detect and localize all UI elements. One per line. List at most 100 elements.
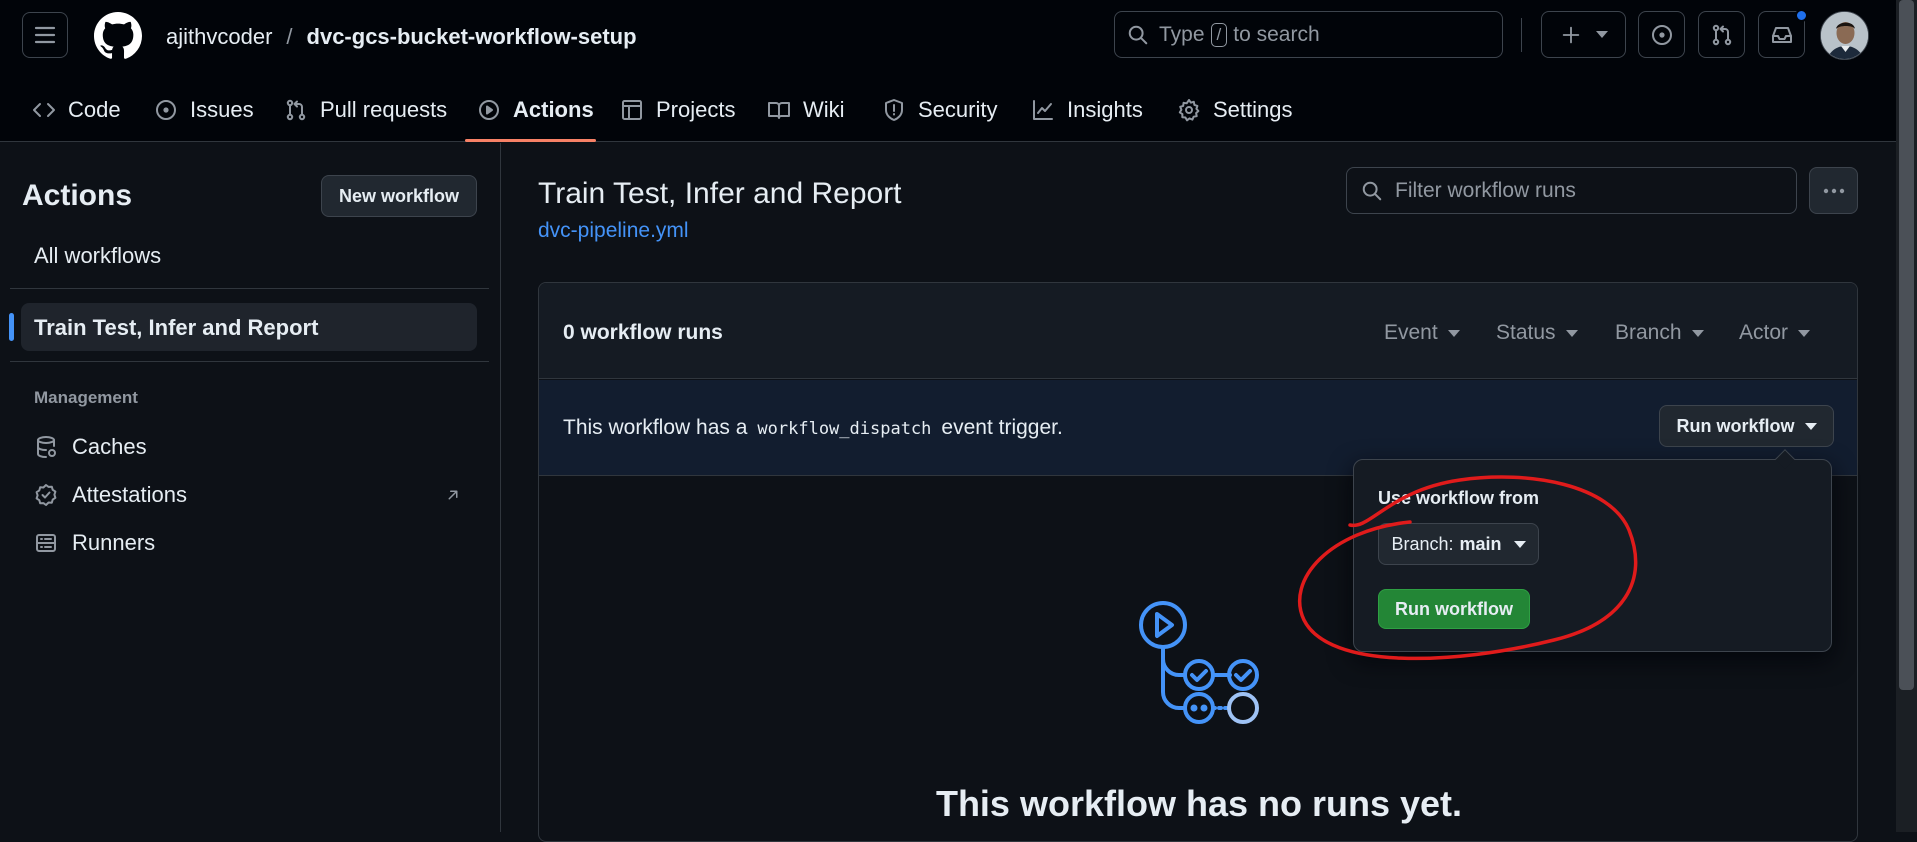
- tab-wiki-label: Wiki: [803, 97, 845, 122]
- tab-pull-requests[interactable]: Pull requests: [284, 88, 447, 132]
- verified-badge-icon: [35, 484, 57, 506]
- chevron-down-icon: [1447, 329, 1460, 337]
- repo-owner-link[interactable]: ajithvcoder: [166, 24, 272, 50]
- dispatch-suffix: event trigger.: [941, 416, 1063, 439]
- more-options-button[interactable]: [1809, 167, 1858, 214]
- server-icon: [36, 534, 56, 552]
- sidebar-item-label: Attestations: [72, 482, 187, 507]
- tab-code-label: Code: [68, 97, 121, 122]
- tab-settings[interactable]: Settings: [1177, 88, 1293, 132]
- code-icon: [33, 103, 55, 117]
- actor-filter-dropdown[interactable]: Actor: [1739, 321, 1811, 345]
- tab-actions[interactable]: Actions: [477, 88, 594, 132]
- sidebar-item-label: Train Test, Infer and Report: [34, 315, 319, 340]
- top-header: ajithvcoder / dvc-gcs-bucket-workflow-se…: [0, 0, 1896, 142]
- run-workflow-dropdown-button[interactable]: Run workflow: [1659, 405, 1834, 447]
- sidebar-item-selected-workflow[interactable]: Train Test, Infer and Report: [9, 303, 477, 351]
- global-search-input[interactable]: Type / to search: [1114, 11, 1503, 58]
- kebab-horizontal-icon: [1823, 188, 1844, 193]
- tab-actions-label: Actions: [513, 97, 594, 122]
- pull-request-icon: [286, 99, 306, 121]
- chevron-down-icon: [1798, 329, 1811, 337]
- sidebar-item-caches[interactable]: Caches: [34, 434, 147, 460]
- tab-projects[interactable]: Projects: [620, 88, 735, 132]
- run-workflow-label: Run workflow: [1676, 415, 1795, 436]
- sidebar-item-attestations[interactable]: Attestations: [34, 482, 464, 508]
- graph-icon: [1033, 100, 1053, 120]
- annotation-ellipse: [1297, 475, 1638, 661]
- selected-indicator: [9, 313, 14, 341]
- repo-name-link[interactable]: dvc-gcs-bucket-workflow-setup: [307, 24, 637, 50]
- filter-runs-input[interactable]: Filter workflow runs: [1346, 167, 1797, 214]
- status-filter-label: Status: [1496, 321, 1556, 344]
- header-divider: [1521, 18, 1522, 52]
- event-filter-label: Event: [1384, 321, 1438, 344]
- inbox-icon: [1771, 26, 1792, 43]
- sidebar-divider: [10, 361, 489, 362]
- pull-requests-button[interactable]: [1698, 11, 1745, 58]
- database-icon: [37, 436, 56, 458]
- actor-filter-label: Actor: [1739, 321, 1789, 344]
- tab-settings-label: Settings: [1213, 97, 1293, 122]
- tab-pull-requests-label: Pull requests: [320, 97, 448, 122]
- workflow-title: Train Test, Infer and Report: [538, 177, 902, 210]
- tab-insights-label: Insights: [1067, 97, 1143, 122]
- github-logo[interactable]: [94, 12, 142, 60]
- avatar[interactable]: [1820, 11, 1869, 60]
- chevron-down-icon: [1691, 329, 1704, 337]
- gear-icon: [1178, 99, 1200, 122]
- active-tab-underline: [465, 139, 596, 142]
- github-icon: [94, 12, 142, 59]
- tab-security[interactable]: Security: [882, 88, 997, 132]
- create-new-button[interactable]: [1541, 11, 1626, 58]
- plus-icon: [1562, 26, 1579, 43]
- breadcrumb: ajithvcoder / dvc-gcs-bucket-workflow-se…: [166, 22, 637, 52]
- dispatch-code: workflow_dispatch: [757, 419, 932, 439]
- branch-filter-label: Branch: [1615, 321, 1682, 344]
- menu-button[interactable]: [22, 12, 68, 58]
- hamburger-icon: [34, 26, 56, 44]
- search-shortcut-key: /: [1210, 22, 1228, 47]
- external-arrow-icon: [448, 490, 458, 500]
- issue-circle-icon: [156, 100, 176, 120]
- tab-insights[interactable]: Insights: [1031, 88, 1143, 132]
- dispatch-text: This workflow has a workflow_dispatch ev…: [563, 416, 1063, 440]
- pull-request-icon: [1712, 24, 1731, 45]
- tab-issues[interactable]: Issues: [154, 88, 254, 132]
- sidebar-title: Actions: [22, 179, 133, 212]
- table-icon: [622, 100, 642, 120]
- all-workflows-link[interactable]: All workflows: [34, 243, 161, 269]
- issue-circle-icon: [1651, 24, 1672, 45]
- runs-box-header: 0 workflow runs Event Status Branch Acto…: [539, 283, 1857, 379]
- event-filter-dropdown[interactable]: Event: [1384, 321, 1460, 345]
- branch-filter-dropdown[interactable]: Branch: [1615, 321, 1704, 345]
- scrollbar-thumb[interactable]: [1899, 0, 1914, 690]
- inbox-button[interactable]: [1758, 9, 1808, 58]
- sidebar-item-label: Caches: [72, 434, 147, 459]
- chevron-down-icon: [1565, 329, 1578, 337]
- sidebar: Actions New workflow All workflows Train…: [0, 143, 501, 832]
- tab-wiki[interactable]: Wiki: [767, 88, 845, 132]
- sidebar-divider: [10, 288, 489, 289]
- tab-code[interactable]: Code: [32, 88, 121, 132]
- tab-issues-label: Issues: [190, 97, 254, 122]
- workflow-file-link[interactable]: dvc-pipeline.yml: [538, 219, 689, 243]
- chevron-down-icon: [1804, 422, 1817, 430]
- workflow-empty-icon: [1139, 601, 1259, 724]
- search-icon: [1362, 181, 1382, 200]
- filter-placeholder: Filter workflow runs: [1395, 178, 1576, 202]
- issues-button[interactable]: [1638, 11, 1685, 58]
- status-filter-dropdown[interactable]: Status: [1496, 321, 1578, 345]
- empty-state-title: This workflow has no runs yet.: [935, 783, 1463, 824]
- new-workflow-button[interactable]: New workflow: [321, 175, 477, 217]
- user-photo: [1821, 12, 1868, 59]
- sidebar-item-runners[interactable]: Runners: [34, 530, 155, 556]
- notification-dot: [1795, 9, 1808, 22]
- scrollbar[interactable]: [1896, 0, 1917, 832]
- runs-count: 0 workflow runs: [563, 321, 723, 344]
- dispatch-prefix: This workflow has a: [563, 416, 748, 439]
- search-icon: [1128, 25, 1148, 44]
- tab-projects-label: Projects: [656, 97, 736, 122]
- book-icon: [768, 102, 790, 119]
- search-placeholder-prefix: Type: [1159, 22, 1205, 46]
